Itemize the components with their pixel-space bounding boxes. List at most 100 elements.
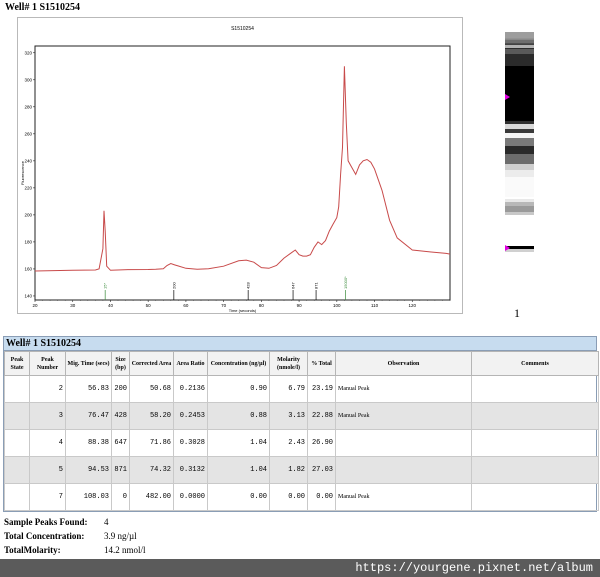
table-cell-molarity: 2.43	[269, 429, 308, 457]
table-cell-ratio: 0.3028	[173, 429, 208, 457]
y-axis-label: Fluorescence	[20, 160, 25, 185]
gel-lane-label: 1	[514, 306, 520, 320]
table-cell-molarity: 1.82	[269, 456, 308, 484]
x-tick-label: 20	[32, 303, 38, 308]
table-cell-total: 23.19	[307, 375, 336, 403]
table-cell-obs	[335, 456, 472, 484]
table-cell-mig: 94.53	[65, 456, 112, 484]
y-tick-label: 220	[24, 185, 32, 190]
peak-marker-label: 428	[246, 282, 251, 289]
table-cell-obs: Manual Peak	[335, 402, 472, 430]
summary-peaks-label: Sample Peaks Found:	[4, 517, 88, 527]
table-cell-state	[4, 402, 30, 430]
y-tick-label: 300	[24, 77, 32, 82]
column-header: Observation	[335, 351, 472, 376]
table-cell-comments	[471, 483, 599, 511]
peak-marker-label: 871	[314, 282, 319, 289]
column-header: Size (bp)	[111, 351, 130, 376]
column-header: Comments	[471, 351, 599, 376]
table-cell-area: 74.32	[129, 456, 174, 484]
table-row: 4 88.38 647 71.86 0.3028 1.04 2.43 26.90	[4, 429, 599, 457]
y-tick-label: 260	[24, 131, 32, 136]
summary-molarity-value: 14.2 nmol/l	[104, 545, 146, 555]
table-cell-conc: 1.04	[207, 456, 270, 484]
summary-molarity: TotalMolarity: 14.2 nmol/l	[4, 545, 146, 555]
electropherogram-chart: S1510254 Fluorescence Time (seconds) 140 160…	[20, 26, 451, 313]
peak-table-panel: Well# 1 S1510254 Peak State Peak Number Mi…	[3, 336, 599, 512]
table-cell-area: 58.20	[129, 402, 174, 430]
table-cell-conc: 0.00	[207, 483, 270, 511]
peak-marker-label: 647	[291, 282, 296, 289]
table-cell-size: 647	[111, 429, 130, 457]
peak-marker-label: 15000*	[343, 276, 348, 289]
well-title: Well# 1 S1510254	[5, 2, 81, 13]
x-tick-label: 60	[183, 303, 189, 308]
table-cell-molarity: 6.79	[269, 375, 308, 403]
summary-concentration-label: Total Concentration:	[4, 531, 85, 541]
peak-marker-label: 15*	[103, 283, 108, 289]
table-cell-ratio: 0.3132	[173, 456, 208, 484]
x-tick-label: 110	[371, 303, 379, 308]
column-header: Concentration (ng/µl)	[207, 351, 270, 376]
table-cell-comments	[471, 456, 599, 484]
column-header: Peak State	[4, 351, 30, 376]
table-cell-molarity: 0.00	[269, 483, 308, 511]
table-cell-number: 7	[29, 483, 66, 511]
table-cell-conc: 0.88	[207, 402, 270, 430]
peak-marker-label: 200	[171, 282, 176, 289]
table-cell-state	[4, 456, 30, 484]
plot-area	[34, 45, 451, 301]
table-cell-ratio: 0.2136	[173, 375, 208, 403]
table-cell-obs: Manual Peak	[335, 483, 472, 511]
table-cell-total: 27.03	[307, 456, 336, 484]
table-cell-number: 3	[29, 402, 66, 430]
table-cell-comments	[471, 402, 599, 430]
summary-concentration: Total Concentration: 3.9 ng/µl	[4, 531, 137, 541]
x-tick-label: 80	[259, 303, 265, 308]
peak-table-header: Well# 1 S1510254	[4, 337, 596, 351]
table-cell-area: 482.00	[129, 483, 174, 511]
table-cell-mig: 108.03	[65, 483, 112, 511]
table-cell-conc: 1.04	[207, 429, 270, 457]
chart-title: S1510254	[231, 26, 254, 32]
table-cell-size: 0	[111, 483, 130, 511]
table-cell-mig: 56.83	[65, 375, 112, 403]
peak-table-column-headers: Peak State Peak Number Mig. Time (secs) Siz…	[4, 351, 599, 376]
x-tick-label: 100	[333, 303, 341, 308]
table-cell-comments	[471, 429, 599, 457]
column-header: Area Ratio	[173, 351, 208, 376]
table-cell-state	[4, 375, 30, 403]
x-tick-label: 40	[108, 303, 114, 308]
table-cell-number: 2	[29, 375, 66, 403]
gel-lane-image	[505, 32, 534, 290]
table-cell-area: 50.68	[129, 375, 174, 403]
y-tick-label: 320	[24, 50, 32, 55]
column-header: Peak Number	[29, 351, 66, 376]
table-cell-number: 4	[29, 429, 66, 457]
y-tick-label: 280	[24, 104, 32, 109]
y-tick-label: 240	[24, 158, 32, 163]
column-header: Molarity (nmole/l)	[269, 351, 308, 376]
table-cell-obs: Manual Peak	[335, 375, 472, 403]
x-tick-label: 70	[221, 303, 227, 308]
column-header: Corrected Area	[129, 351, 174, 376]
table-cell-obs	[335, 429, 472, 457]
electropherogram-panel: S1510254 Fluorescence Time (seconds) 140 160…	[17, 17, 463, 314]
table-cell-total: 26.90	[307, 429, 336, 457]
table-row: 7 108.03 0 482.00 0.0000 0.00 0.00 0.00 Manual P…	[4, 483, 599, 511]
x-axis-label: Time (seconds)	[229, 308, 257, 313]
table-cell-area: 71.86	[129, 429, 174, 457]
x-tick-label: 90	[297, 303, 303, 308]
summary-molarity-label: TotalMolarity:	[4, 545, 61, 555]
table-cell-ratio: 0.2453	[173, 402, 208, 430]
table-cell-mig: 88.38	[65, 429, 112, 457]
column-header: Mig. Time (secs)	[65, 351, 112, 376]
x-tick-label: 50	[146, 303, 152, 308]
table-cell-ratio: 0.0000	[173, 483, 208, 511]
column-header: % Total	[307, 351, 336, 376]
y-tick-label: 140	[24, 293, 32, 298]
table-cell-total: 22.88	[307, 402, 336, 430]
table-row: 2 56.83 200 50.68 0.2136 0.90 6.79 23.19 Manual …	[4, 375, 599, 403]
table-row: 5 94.53 871 74.32 0.3132 1.04 1.82 27.03	[4, 456, 599, 484]
table-cell-size: 871	[111, 456, 130, 484]
